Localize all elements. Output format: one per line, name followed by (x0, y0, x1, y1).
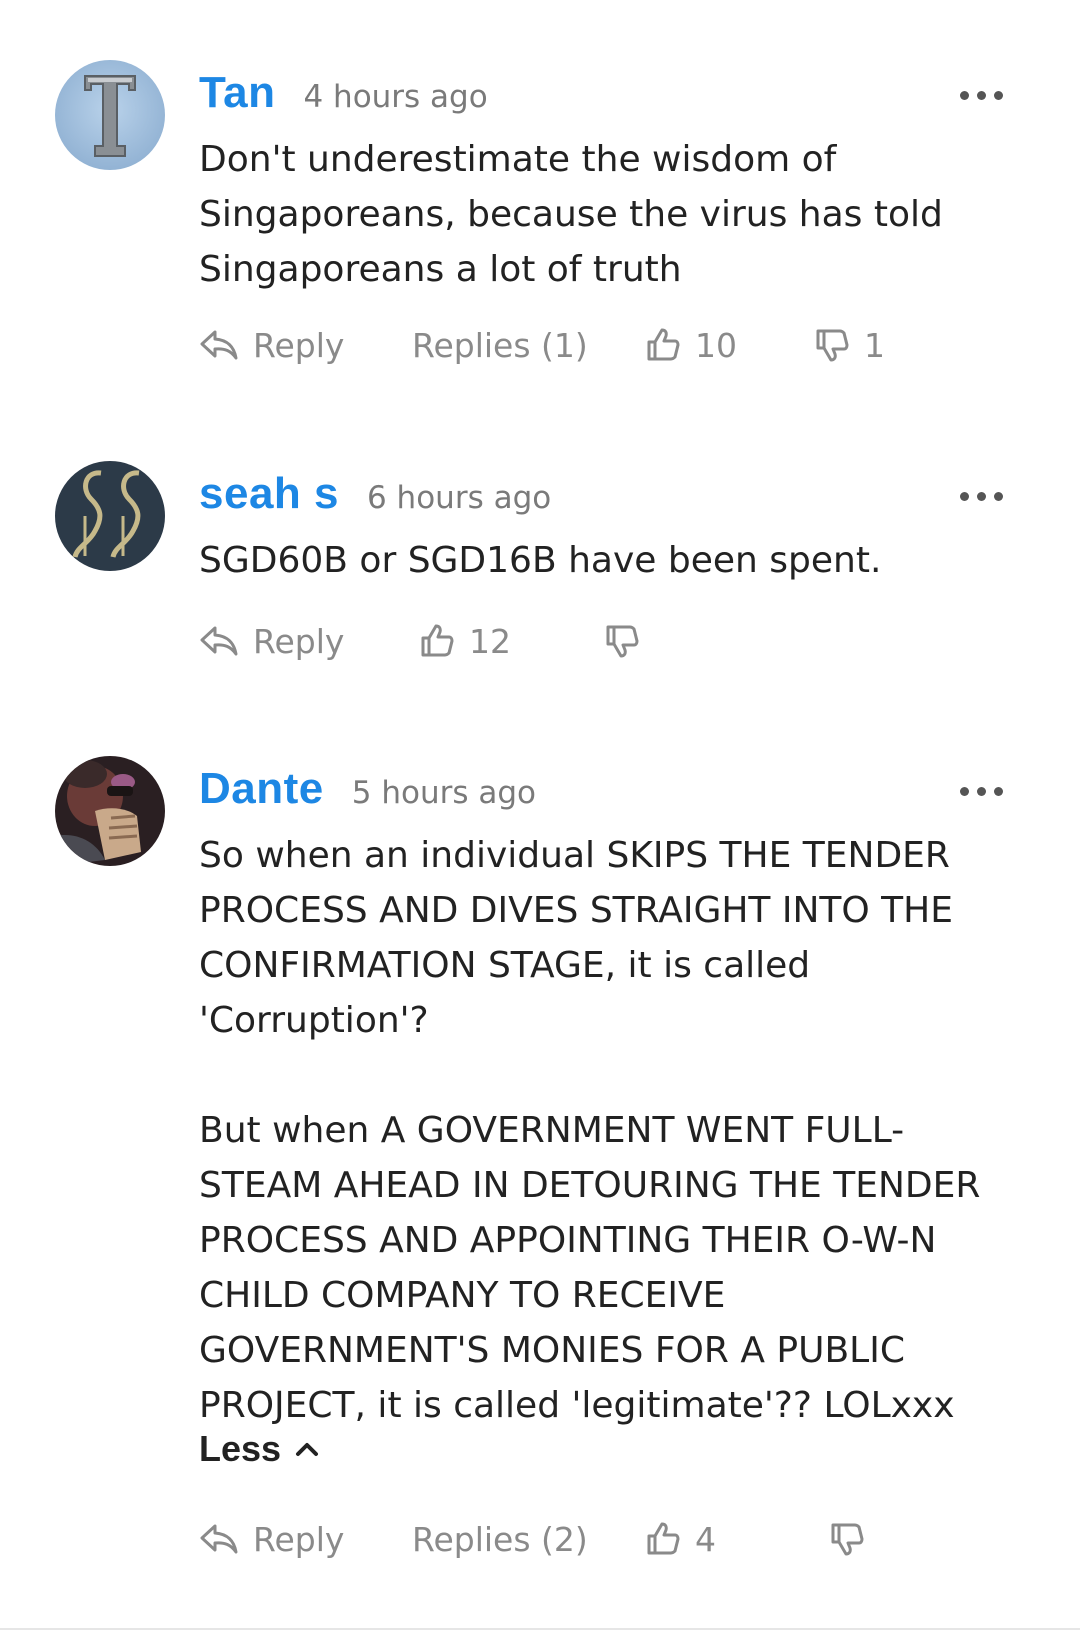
avatar-image (55, 461, 165, 571)
dislike-button[interactable] (604, 616, 640, 666)
reply-button[interactable]: Reply (199, 616, 344, 666)
replies-button[interactable]: Replies (2) (412, 1514, 588, 1564)
like-count: 4 (695, 1519, 716, 1559)
reply-label: Reply (253, 325, 345, 365)
comment-text: Don't underestimate the wisdom of Singap… (199, 139, 955, 290)
replies-label: Replies (1) (412, 325, 588, 365)
like-button[interactable]: 4 (645, 1514, 716, 1564)
more-dots-icon[interactable] (960, 88, 1004, 102)
avatar[interactable] (55, 60, 165, 170)
comment-text: SGD60B or SGD16B have been spent. (199, 540, 882, 581)
like-count: 10 (695, 325, 737, 365)
like-button[interactable]: 12 (419, 616, 511, 666)
timestamp: 6 hours ago (366, 480, 552, 516)
replies-button[interactable]: Replies (1) (412, 320, 588, 370)
reply-button[interactable]: Reply (199, 1514, 344, 1564)
dislike-button[interactable] (829, 1514, 865, 1564)
comment-actions: Reply Replies (2) 4 (199, 1514, 1019, 1564)
thumbs-down-icon (606, 625, 639, 658)
reply-arrow-icon (200, 626, 238, 656)
comment-header: Tan 4 hours ago (199, 68, 488, 118)
thumbs-up-icon (647, 328, 680, 361)
avatar[interactable] (55, 756, 165, 866)
avatar-image (55, 60, 165, 170)
comment-header: seah s 6 hours ago (199, 469, 551, 519)
author-name[interactable]: seah s (199, 469, 339, 519)
comment-text: So when an individual SKIPS THE TENDER P… (199, 835, 981, 1426)
avatar[interactable] (55, 461, 165, 571)
reply-arrow-icon (200, 330, 238, 360)
more-dots-icon[interactable] (960, 489, 1004, 503)
chevron-up-icon (296, 1443, 319, 1456)
comment-actions: Reply 12 (199, 616, 1019, 666)
replies-label: Replies (2) (412, 1519, 588, 1559)
thumbs-down-icon (816, 329, 849, 362)
comment-actions: Reply Replies (1) 10 1 (199, 320, 1019, 370)
author-name[interactable]: Tan (199, 68, 275, 118)
avatar-image (55, 756, 165, 866)
more-dots-icon[interactable] (960, 784, 1004, 798)
reply-arrow-icon (200, 1524, 238, 1554)
like-count: 12 (469, 621, 511, 661)
less-button[interactable]: Less (199, 1428, 319, 1470)
less-label: Less (199, 1428, 282, 1469)
thumbs-down-icon (831, 1523, 864, 1556)
timestamp: 4 hours ago (303, 79, 488, 115)
like-button[interactable]: 10 (645, 320, 737, 370)
thumbs-up-icon (421, 624, 454, 657)
comment-header: Dante 5 hours ago (199, 764, 536, 814)
thumbs-up-icon (647, 1522, 680, 1555)
reply-button[interactable]: Reply (199, 320, 344, 370)
author-name[interactable]: Dante (199, 764, 324, 814)
dislike-button[interactable]: 1 (814, 320, 885, 370)
dislike-count: 1 (864, 325, 885, 365)
timestamp: 5 hours ago (351, 775, 536, 811)
divider (0, 1628, 1080, 1630)
reply-label: Reply (253, 1519, 345, 1559)
reply-label: Reply (253, 621, 345, 661)
